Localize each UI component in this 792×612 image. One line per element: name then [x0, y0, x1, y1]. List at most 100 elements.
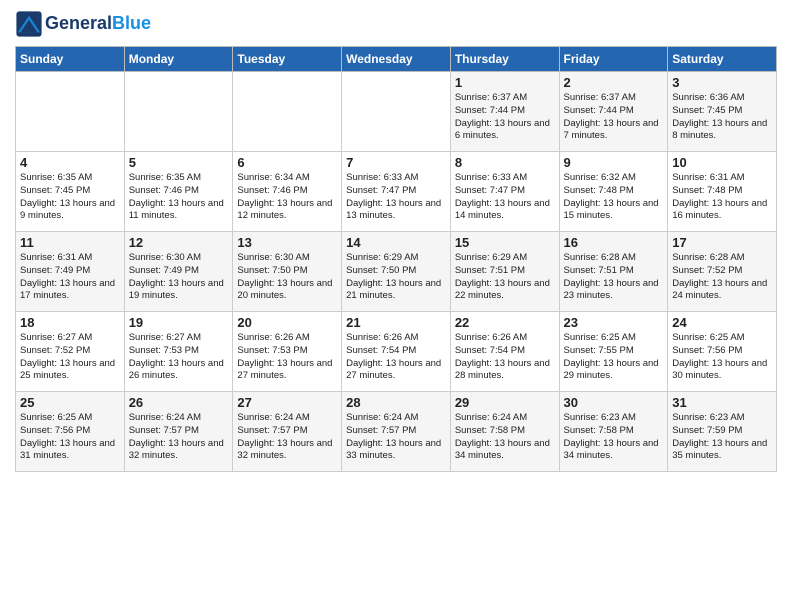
logo-text: GeneralBlue	[45, 14, 151, 34]
day-cell: 14Sunrise: 6:29 AM Sunset: 7:50 PM Dayli…	[342, 232, 451, 312]
day-cell: 25 Sunrise: 6:25 AM Sunset: 7:56 PM Dayli…	[16, 392, 125, 472]
day-cell: 7 Sunrise: 6:33 AM Sunset: 7:47 PM Daylig…	[342, 152, 451, 232]
day-info: Sunrise: 6:37 AM Sunset: 7:44 PM Dayligh…	[455, 92, 555, 143]
day-cell: 19 Sunrise: 6:27 AM Sunset: 7:53 PM Dayli…	[124, 312, 233, 392]
day-number: 18	[20, 315, 120, 330]
day-info: Sunrise: 6:30 AM Sunset: 7:49 PM Dayligh…	[129, 252, 229, 303]
day-cell: 27 Sunrise: 6:24 AM Sunset: 7:57 PM Dayli…	[233, 392, 342, 472]
day-cell: 15Sunrise: 6:29 AM Sunset: 7:51 PM Dayli…	[450, 232, 559, 312]
day-info: Sunrise: 6:27 AM Sunset: 7:52 PM Dayligh…	[20, 332, 120, 383]
day-cell: 18 Sunrise: 6:27 AM Sunset: 7:52 PM Dayli…	[16, 312, 125, 392]
day-info: Sunrise: 6:31 AM Sunset: 7:48 PM Dayligh…	[672, 172, 772, 223]
day-info: Sunrise: 6:26 AM Sunset: 7:54 PM Dayligh…	[455, 332, 555, 383]
day-number: 30	[564, 395, 664, 410]
day-number: 9	[564, 155, 664, 170]
day-info: Sunrise: 6:27 AM Sunset: 7:53 PM Dayligh…	[129, 332, 229, 383]
day-info: Sunrise: 6:28 AM Sunset: 7:52 PM Dayligh…	[672, 252, 772, 303]
day-cell: 13 Sunrise: 6:30 AM Sunset: 7:50 PM Dayli…	[233, 232, 342, 312]
day-cell: 30 Sunrise: 6:23 AM Sunset: 7:58 PM Dayli…	[559, 392, 668, 472]
day-info: Sunrise: 6:34 AM Sunset: 7:46 PM Dayligh…	[237, 172, 337, 223]
day-info: Sunrise: 6:36 AM Sunset: 7:45 PM Dayligh…	[672, 92, 772, 143]
day-number: 5	[129, 155, 229, 170]
col-header-friday: Friday	[559, 47, 668, 72]
day-number: 26	[129, 395, 229, 410]
day-info: Sunrise: 6:33 AM Sunset: 7:47 PM Dayligh…	[346, 172, 446, 223]
day-number: 11	[20, 235, 120, 250]
col-header-saturday: Saturday	[668, 47, 777, 72]
day-info: Sunrise: 6:31 AM Sunset: 7:49 PM Dayligh…	[20, 252, 120, 303]
day-cell: 22 Sunrise: 6:26 AM Sunset: 7:54 PM Dayli…	[450, 312, 559, 392]
page: GeneralBlue SundayMondayTuesdayWednesday…	[0, 0, 792, 612]
day-info: Sunrise: 6:23 AM Sunset: 7:58 PM Dayligh…	[564, 412, 664, 463]
day-number: 28	[346, 395, 446, 410]
day-number: 31	[672, 395, 772, 410]
day-cell: 8 Sunrise: 6:33 AM Sunset: 7:47 PM Daylig…	[450, 152, 559, 232]
day-info: Sunrise: 6:26 AM Sunset: 7:54 PM Dayligh…	[346, 332, 446, 383]
logo-icon	[15, 10, 43, 38]
day-info: Sunrise: 6:35 AM Sunset: 7:45 PM Dayligh…	[20, 172, 120, 223]
day-cell: 10 Sunrise: 6:31 AM Sunset: 7:48 PM Dayli…	[668, 152, 777, 232]
day-info: Sunrise: 6:24 AM Sunset: 7:57 PM Dayligh…	[129, 412, 229, 463]
day-info: Sunrise: 6:24 AM Sunset: 7:58 PM Dayligh…	[455, 412, 555, 463]
col-header-sunday: Sunday	[16, 47, 125, 72]
day-number: 8	[455, 155, 555, 170]
day-number: 25	[20, 395, 120, 410]
header: GeneralBlue	[15, 10, 777, 38]
day-cell	[342, 72, 451, 152]
calendar-table: SundayMondayTuesdayWednesdayThursdayFrid…	[15, 46, 777, 472]
day-cell: 23 Sunrise: 6:25 AM Sunset: 7:55 PM Dayli…	[559, 312, 668, 392]
day-cell	[124, 72, 233, 152]
col-header-monday: Monday	[124, 47, 233, 72]
day-number: 10	[672, 155, 772, 170]
day-cell: 20 Sunrise: 6:26 AM Sunset: 7:53 PM Dayli…	[233, 312, 342, 392]
day-number: 3	[672, 75, 772, 90]
day-number: 1	[455, 75, 555, 90]
day-cell: 11 Sunrise: 6:31 AM Sunset: 7:49 PM Dayli…	[16, 232, 125, 312]
day-cell: 29 Sunrise: 6:24 AM Sunset: 7:58 PM Dayli…	[450, 392, 559, 472]
day-info: Sunrise: 6:32 AM Sunset: 7:48 PM Dayligh…	[564, 172, 664, 223]
day-cell: 5 Sunrise: 6:35 AM Sunset: 7:46 PM Daylig…	[124, 152, 233, 232]
col-header-thursday: Thursday	[450, 47, 559, 72]
day-info: Sunrise: 6:29 AM Sunset: 7:51 PM Dayligh…	[455, 252, 555, 303]
day-info: Sunrise: 6:26 AM Sunset: 7:53 PM Dayligh…	[237, 332, 337, 383]
day-cell: 12 Sunrise: 6:30 AM Sunset: 7:49 PM Dayli…	[124, 232, 233, 312]
day-number: 7	[346, 155, 446, 170]
day-number: 17	[672, 235, 772, 250]
day-number: 21	[346, 315, 446, 330]
day-cell: 28 Sunrise: 6:24 AM Sunset: 7:57 PM Dayli…	[342, 392, 451, 472]
day-number: 29	[455, 395, 555, 410]
day-info: Sunrise: 6:29 AM Sunset: 7:50 PM Dayligh…	[346, 252, 446, 303]
col-header-wednesday: Wednesday	[342, 47, 451, 72]
day-cell: 6Sunrise: 6:34 AM Sunset: 7:46 PM Daylig…	[233, 152, 342, 232]
day-info: Sunrise: 6:35 AM Sunset: 7:46 PM Dayligh…	[129, 172, 229, 223]
day-number: 23	[564, 315, 664, 330]
day-cell: 9 Sunrise: 6:32 AM Sunset: 7:48 PM Daylig…	[559, 152, 668, 232]
logo: GeneralBlue	[15, 10, 151, 38]
day-cell: 4 Sunrise: 6:35 AM Sunset: 7:45 PM Daylig…	[16, 152, 125, 232]
day-info: Sunrise: 6:25 AM Sunset: 7:56 PM Dayligh…	[20, 412, 120, 463]
day-number: 2	[564, 75, 664, 90]
header-row: SundayMondayTuesdayWednesdayThursdayFrid…	[16, 47, 777, 72]
day-number: 27	[237, 395, 337, 410]
day-number: 19	[129, 315, 229, 330]
day-number: 22	[455, 315, 555, 330]
day-cell: 17 Sunrise: 6:28 AM Sunset: 7:52 PM Dayli…	[668, 232, 777, 312]
day-info: Sunrise: 6:33 AM Sunset: 7:47 PM Dayligh…	[455, 172, 555, 223]
day-number: 20	[237, 315, 337, 330]
day-info: Sunrise: 6:25 AM Sunset: 7:55 PM Dayligh…	[564, 332, 664, 383]
day-cell	[233, 72, 342, 152]
week-row-2: 4 Sunrise: 6:35 AM Sunset: 7:45 PM Daylig…	[16, 152, 777, 232]
day-info: Sunrise: 6:24 AM Sunset: 7:57 PM Dayligh…	[346, 412, 446, 463]
week-row-4: 18 Sunrise: 6:27 AM Sunset: 7:52 PM Dayli…	[16, 312, 777, 392]
day-number: 16	[564, 235, 664, 250]
day-info: Sunrise: 6:25 AM Sunset: 7:56 PM Dayligh…	[672, 332, 772, 383]
day-number: 12	[129, 235, 229, 250]
day-number: 13	[237, 235, 337, 250]
day-number: 4	[20, 155, 120, 170]
day-info: Sunrise: 6:23 AM Sunset: 7:59 PM Dayligh…	[672, 412, 772, 463]
day-info: Sunrise: 6:30 AM Sunset: 7:50 PM Dayligh…	[237, 252, 337, 303]
day-info: Sunrise: 6:28 AM Sunset: 7:51 PM Dayligh…	[564, 252, 664, 303]
day-number: 24	[672, 315, 772, 330]
day-info: Sunrise: 6:24 AM Sunset: 7:57 PM Dayligh…	[237, 412, 337, 463]
week-row-1: 1 Sunrise: 6:37 AM Sunset: 7:44 PM Daylig…	[16, 72, 777, 152]
